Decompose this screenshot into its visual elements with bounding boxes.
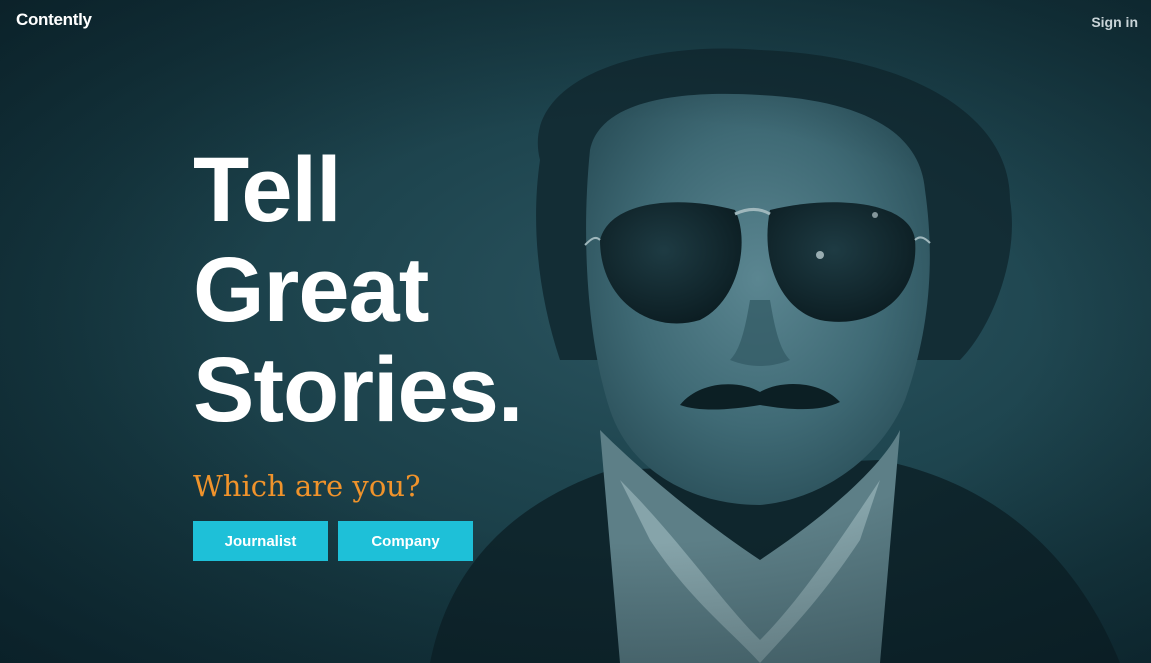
signin-link[interactable]: Sign in bbox=[1091, 14, 1138, 30]
hero-tagline: Which are you? bbox=[193, 469, 421, 503]
headline-line-1: Tell bbox=[193, 139, 342, 241]
journalist-button[interactable]: Journalist bbox=[193, 521, 328, 561]
hero-section: Contently Sign in Tell Great Stories. Wh… bbox=[0, 0, 1151, 663]
company-button[interactable]: Company bbox=[338, 521, 473, 561]
headline-line-3: Stories. bbox=[193, 339, 523, 441]
headline-line-2: Great bbox=[193, 239, 429, 341]
hero-background-portrait bbox=[430, 48, 1120, 663]
hero-headline: Tell Great Stories. bbox=[193, 139, 523, 441]
contently-logo[interactable]: Contently bbox=[16, 10, 92, 30]
